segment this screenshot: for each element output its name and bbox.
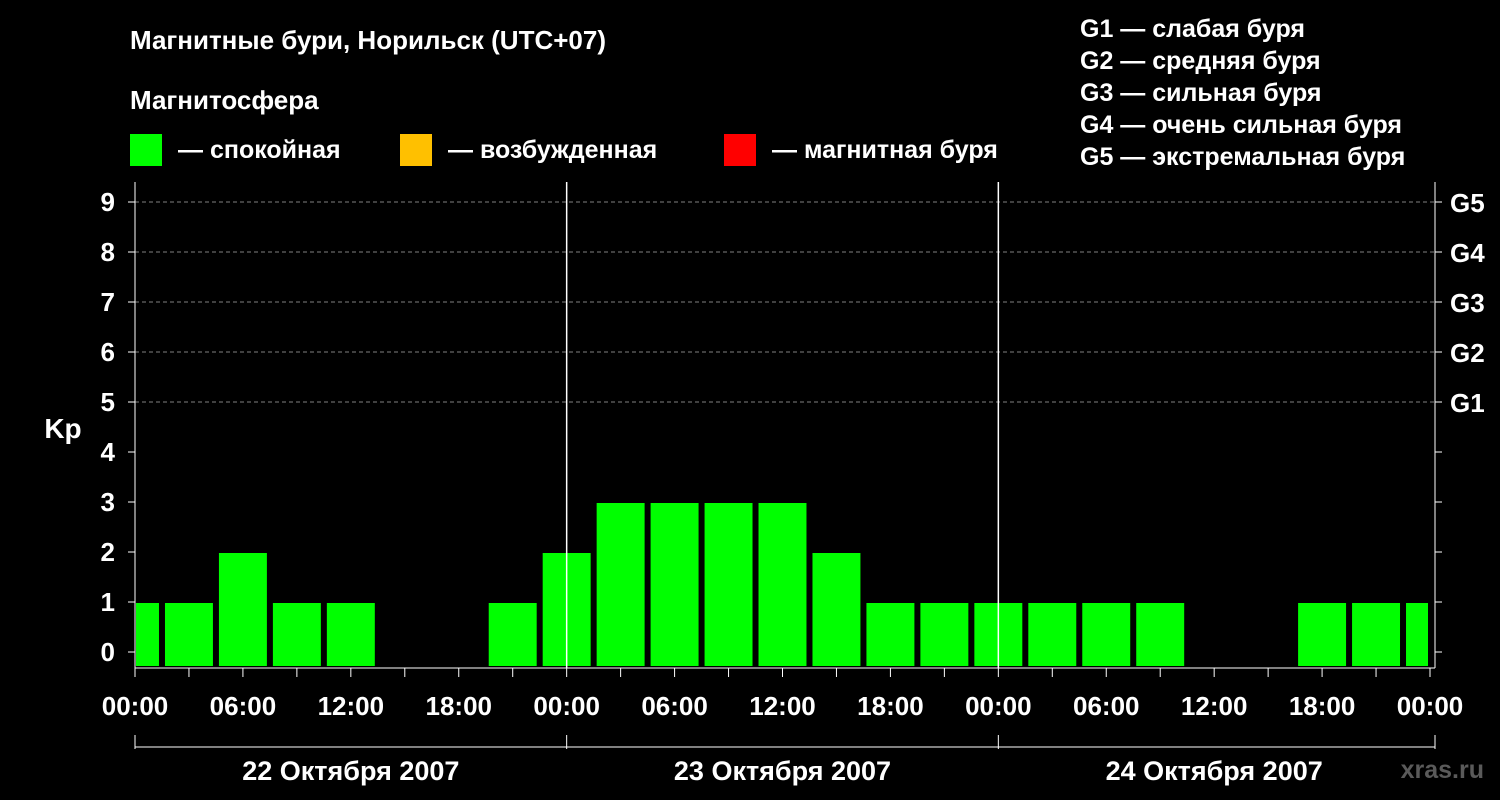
day-label-0: 22 Октября 2007 <box>242 756 459 786</box>
bar-1 <box>164 603 213 666</box>
y-tick-label-8: 8 <box>101 237 115 267</box>
x-tick-label-8: 00:00 <box>965 691 1032 721</box>
bar-3 <box>272 603 321 666</box>
bar-15 <box>920 603 969 666</box>
bar-14 <box>866 603 915 666</box>
legend-swatch-storm <box>724 134 756 166</box>
bar-18 <box>1082 603 1131 666</box>
bar-24 <box>1406 603 1428 666</box>
bar-19 <box>1136 603 1185 666</box>
watermark: xras.ru <box>1401 756 1484 784</box>
legend-swatch-quiet <box>130 134 162 166</box>
y-tick-label-0: 0 <box>101 637 115 667</box>
y-tick-label-1: 1 <box>101 587 115 617</box>
right-label-g4: G4 <box>1450 238 1485 268</box>
bar-13 <box>812 553 861 666</box>
x-tick-label-11: 18:00 <box>1289 691 1356 721</box>
x-tick-label-1: 06:00 <box>210 691 277 721</box>
x-tick-label-2: 12:00 <box>318 691 385 721</box>
x-tick-label-10: 12:00 <box>1181 691 1248 721</box>
legend-label-quiet: — спокойная <box>178 136 341 164</box>
y-tick-label-7: 7 <box>101 287 115 317</box>
legend-title: Магнитосфера <box>130 85 319 115</box>
y-tick-label-9: 9 <box>101 187 115 217</box>
right-label-g3: G3 <box>1450 288 1485 318</box>
storm-scale-g1: G1 — слабая буря <box>1080 15 1305 43</box>
y-tick-label-4: 4 <box>101 437 116 467</box>
legend-label-unsettled: — возбужденная <box>448 136 657 164</box>
bar-11 <box>704 503 753 666</box>
bar-0 <box>136 603 159 666</box>
storm-scale-g3: G3 — сильная буря <box>1080 79 1322 107</box>
bar-12 <box>758 503 807 666</box>
bar-23 <box>1352 603 1401 666</box>
storm-scale-g5: G5 — экстремальная буря <box>1080 143 1405 171</box>
bar-17 <box>1028 603 1077 666</box>
day-label-2: 24 Октября 2007 <box>1106 756 1323 786</box>
bar-10 <box>650 503 699 666</box>
x-tick-label-7: 18:00 <box>857 691 924 721</box>
bar-4 <box>326 603 375 666</box>
day-label-1: 23 Октября 2007 <box>674 756 891 786</box>
chart-title: Магнитные бури, Норильск (UTC+07) <box>130 25 606 55</box>
bar-9 <box>596 503 645 666</box>
y-tick-label-5: 5 <box>101 387 115 417</box>
y-tick-label-3: 3 <box>101 487 115 517</box>
x-tick-label-5: 06:00 <box>641 691 708 721</box>
bar-2 <box>218 553 267 666</box>
x-tick-label-6: 12:00 <box>749 691 816 721</box>
right-label-g2: G2 <box>1450 338 1485 368</box>
kp-chart: Магнитные бури, Норильск (UTC+07) Магнит… <box>44 15 1485 786</box>
plot-area: 0 1 2 3 4 5 6 7 8 9 G1 G2 G3 G4 G5 00:00 06:00 12:00 18:00… <box>101 182 1485 786</box>
y-tick-label-6: 6 <box>101 337 115 367</box>
y-axis-label: Kp <box>44 413 81 444</box>
storm-scale-g4: G4 — очень сильная буря <box>1080 111 1402 139</box>
x-tick-label-0: 00:00 <box>102 691 169 721</box>
x-tick-label-9: 06:00 <box>1073 691 1140 721</box>
bar-22 <box>1298 603 1347 666</box>
right-label-g1: G1 <box>1450 388 1485 418</box>
right-label-g5: G5 <box>1450 188 1485 218</box>
x-tick-label-4: 00:00 <box>533 691 600 721</box>
x-tick-label-3: 18:00 <box>426 691 493 721</box>
x-tick-label-12: 00:00 <box>1397 691 1464 721</box>
legend-swatch-unsettled <box>400 134 432 166</box>
storm-scale-g2: G2 — средняя буря <box>1080 47 1321 75</box>
legend-label-storm: — магнитная буря <box>772 136 998 164</box>
bar-7 <box>488 603 537 666</box>
y-tick-label-2: 2 <box>101 537 115 567</box>
